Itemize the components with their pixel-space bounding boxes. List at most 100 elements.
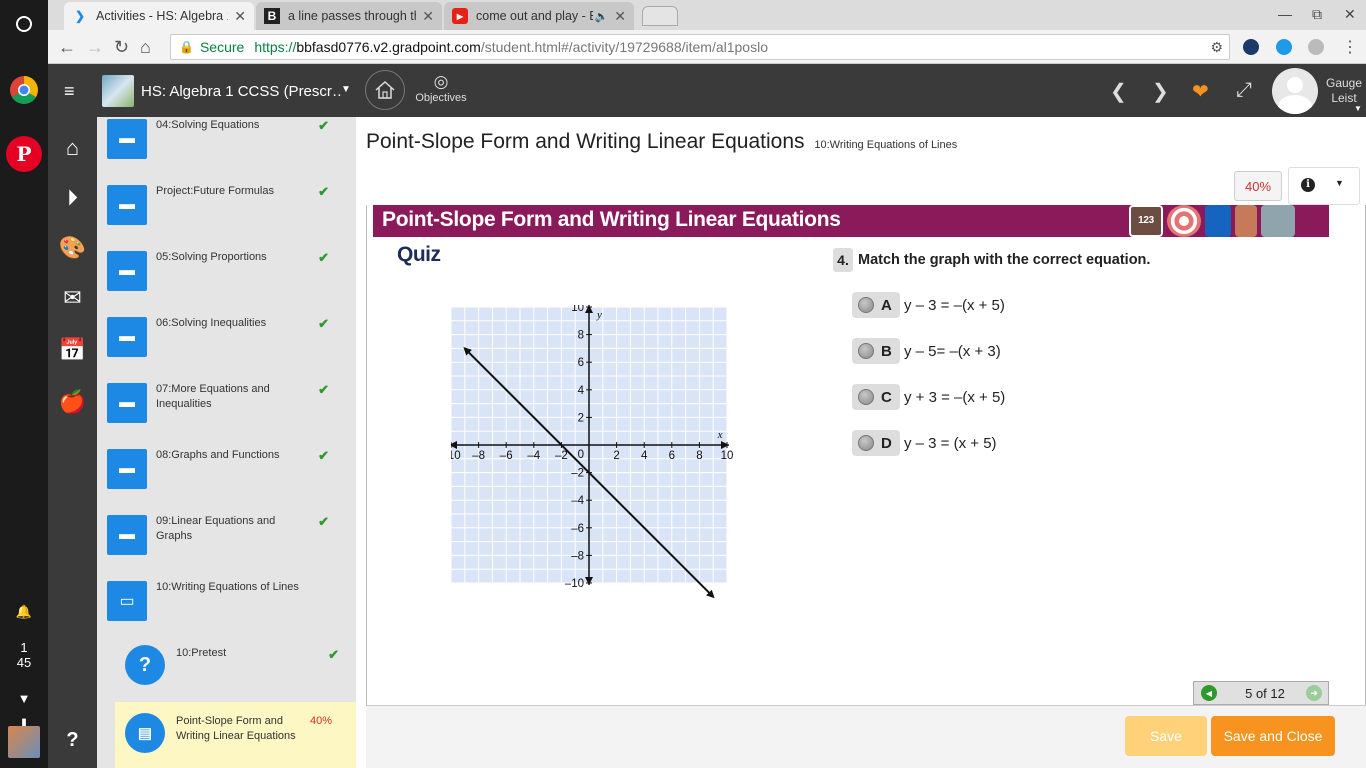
toolbox-icon <box>1235 205 1257 237</box>
apple-icon[interactable]: 🍎 <box>48 389 97 415</box>
home-icon <box>375 80 395 99</box>
folder-icon: ▬ <box>107 185 147 225</box>
chevron-down-icon[interactable]: ▼ <box>341 84 351 95</box>
minimize-icon[interactable]: — <box>1278 6 1292 22</box>
sidebar-item-pretest[interactable]: ? 10:Pretest ✔ <box>117 645 356 707</box>
choice-a[interactable]: A y – 3 = –(x + 5) <box>852 292 1005 318</box>
check-icon: ✔ <box>318 250 329 265</box>
x-tick-label: 4 <box>641 450 648 462</box>
extension-gray-icon[interactable] <box>1308 39 1324 55</box>
radio-button[interactable] <box>858 297 874 313</box>
help-icon[interactable]: ? <box>48 729 97 752</box>
sidebar-item-unit-08[interactable]: ▬ 08:Graphs and Functions ✔ <box>107 447 347 509</box>
sidebar-item-unit-04[interactable]: ▬ 04:Solving Equations ✔ <box>107 117 347 179</box>
user-name[interactable]: Gauge Leist <box>1324 76 1364 106</box>
hamburger-icon[interactable]: ≡ <box>64 81 75 102</box>
user-avatar-icon[interactable] <box>8 726 40 758</box>
sidebar-item-project[interactable]: ▬ Project:Future Formulas ✔ <box>107 183 347 245</box>
home-icon[interactable]: ⌂ <box>48 135 97 161</box>
avatar[interactable] <box>1272 68 1318 114</box>
radio-button[interactable] <box>858 389 874 405</box>
speaker-icon[interactable]: 🔈 <box>595 10 609 23</box>
activity-frame: Point-Slope Form and Writing Linear Equa… <box>366 205 1366 705</box>
system-clock[interactable]: 1 45 <box>0 640 48 670</box>
folder-icon: ▬ <box>107 119 147 159</box>
back-icon[interactable]: ← <box>58 37 76 58</box>
sidebar-item-label: Point-Slope Form and Writing Linear Equa… <box>176 715 296 742</box>
reload-icon[interactable]: ↻ <box>114 37 129 58</box>
restore-icon[interactable]: ⧉ <box>1312 6 1322 23</box>
address-bar[interactable]: 🔒 Secure https:// bbfasd0776.v2.gradpoin… <box>170 34 1230 60</box>
radio-button[interactable] <box>858 435 874 451</box>
calendar-icon[interactable]: 📅 <box>48 337 97 363</box>
x-tick-label: –2 <box>555 450 568 462</box>
close-window-icon[interactable]: ✕ <box>1344 6 1356 23</box>
caret-down-icon: ▼ <box>1335 178 1344 188</box>
clock-minute: 45 <box>16 655 32 670</box>
sidebar-item-current-lesson[interactable]: ▤ Point-Slope Form and Writing Linear Eq… <box>115 702 356 768</box>
notification-icon[interactable]: 🔔 <box>6 594 42 630</box>
close-icon[interactable]: ✕ <box>422 8 434 25</box>
sidebar-item-unit-06[interactable]: ▬ 06:Solving Inequalities ✔ <box>107 315 347 377</box>
close-icon[interactable]: ✕ <box>614 8 626 25</box>
choice-d[interactable]: D y – 3 = (x + 5) <box>852 430 997 456</box>
page-title: Point-Slope Form and Writing Linear Equa… <box>366 130 957 154</box>
info-dropdown-button[interactable]: i ▼ <box>1288 167 1360 205</box>
chevron-right-icon[interactable]: ❯ <box>1152 79 1169 104</box>
heart-icon[interactable]: ❤ <box>1192 79 1209 104</box>
next-arrow-icon[interactable]: ➜ <box>1306 685 1322 701</box>
y-tick-label: –2 <box>571 468 584 480</box>
home-button[interactable] <box>365 70 405 110</box>
new-tab-button[interactable] <box>642 6 678 26</box>
info-icon: i <box>1301 178 1315 192</box>
calculator-icon <box>1205 205 1231 237</box>
open-folder-icon: ▭ <box>107 581 147 621</box>
question-text: Match the graph with the correct equatio… <box>858 252 1151 268</box>
folder-icon: ▬ <box>107 383 147 423</box>
save-button[interactable]: Save <box>1125 716 1207 756</box>
x-tick-label: –4 <box>527 450 540 462</box>
check-icon: ✔ <box>318 448 329 463</box>
sidebar-item-unit-07[interactable]: ▬ 07:More Equations and Inequalities ✔ <box>107 381 347 443</box>
launcher-icon[interactable] <box>6 6 42 42</box>
expand-icon[interactable]: ⤢ <box>1236 79 1252 102</box>
sidebar-item-unit-09[interactable]: ▬ 09:Linear Equations and Graphs ✔ <box>107 513 347 575</box>
forward-icon[interactable]: → <box>86 37 104 58</box>
play-icon[interactable]: ⏵ <box>48 185 97 211</box>
check-icon: ✔ <box>328 647 339 662</box>
speaker-icon[interactable]: ◀ <box>1201 685 1217 701</box>
menu-dots-icon[interactable]: ⋮ <box>1342 37 1358 57</box>
y-tick-label: –8 <box>571 550 584 562</box>
choice-b[interactable]: B y – 5= –(x + 3) <box>852 338 1001 364</box>
y-tick-label: 6 <box>578 357 584 369</box>
tab-youtube[interactable]: ▶ come out and play - B 🔈 ✕ <box>444 2 634 30</box>
radio-button[interactable] <box>858 343 874 359</box>
close-icon[interactable]: ✕ <box>234 8 246 25</box>
choice-equation: y + 3 = –(x + 5) <box>904 388 1006 406</box>
objectives-button[interactable]: ◎ Objectives <box>412 72 470 104</box>
sidebar-item-unit-10[interactable]: ▭ 10:Writing Equations of Lines <box>107 579 347 641</box>
choice-letter: A <box>881 296 892 314</box>
chevron-down-icon[interactable]: ▼ <box>1354 104 1362 113</box>
palette-icon[interactable]: 🎨 <box>48 235 97 261</box>
choice-letter: D <box>881 434 892 452</box>
extension-vpn-icon[interactable] <box>1276 39 1292 55</box>
banner-title: Point-Slope Form and Writing Linear Equa… <box>382 208 841 231</box>
extension-shield-icon[interactable] <box>1243 39 1259 55</box>
lock-icon: 🔒 <box>179 40 194 54</box>
home-icon[interactable]: ⌂ <box>140 37 151 58</box>
y-tick-label: –6 <box>571 523 584 535</box>
extension-puzzle-icon[interactable]: ⚙ <box>1210 39 1223 56</box>
mail-icon[interactable]: ✉ <box>48 285 97 311</box>
pinterest-icon[interactable]: P <box>6 136 42 172</box>
chevron-left-icon[interactable]: ❮ <box>1110 79 1127 104</box>
folder-icon: ▬ <box>107 317 147 357</box>
tab-activities[interactable]: ❯ Activities - HS: Algebra 1 ✕ <box>64 2 254 30</box>
course-title[interactable]: HS: Algebra 1 CCSS (Prescr… <box>141 83 341 100</box>
save-and-close-button[interactable]: Save and Close <box>1211 716 1335 756</box>
choice-c[interactable]: C y + 3 = –(x + 5) <box>852 384 1005 410</box>
tab-line-passes[interactable]: B a line passes through th ✕ <box>256 2 442 30</box>
chrome-icon[interactable] <box>6 72 42 108</box>
sidebar-item-unit-05[interactable]: ▬ 05:Solving Proportions ✔ <box>107 249 347 311</box>
question-number: 4. <box>833 248 853 272</box>
